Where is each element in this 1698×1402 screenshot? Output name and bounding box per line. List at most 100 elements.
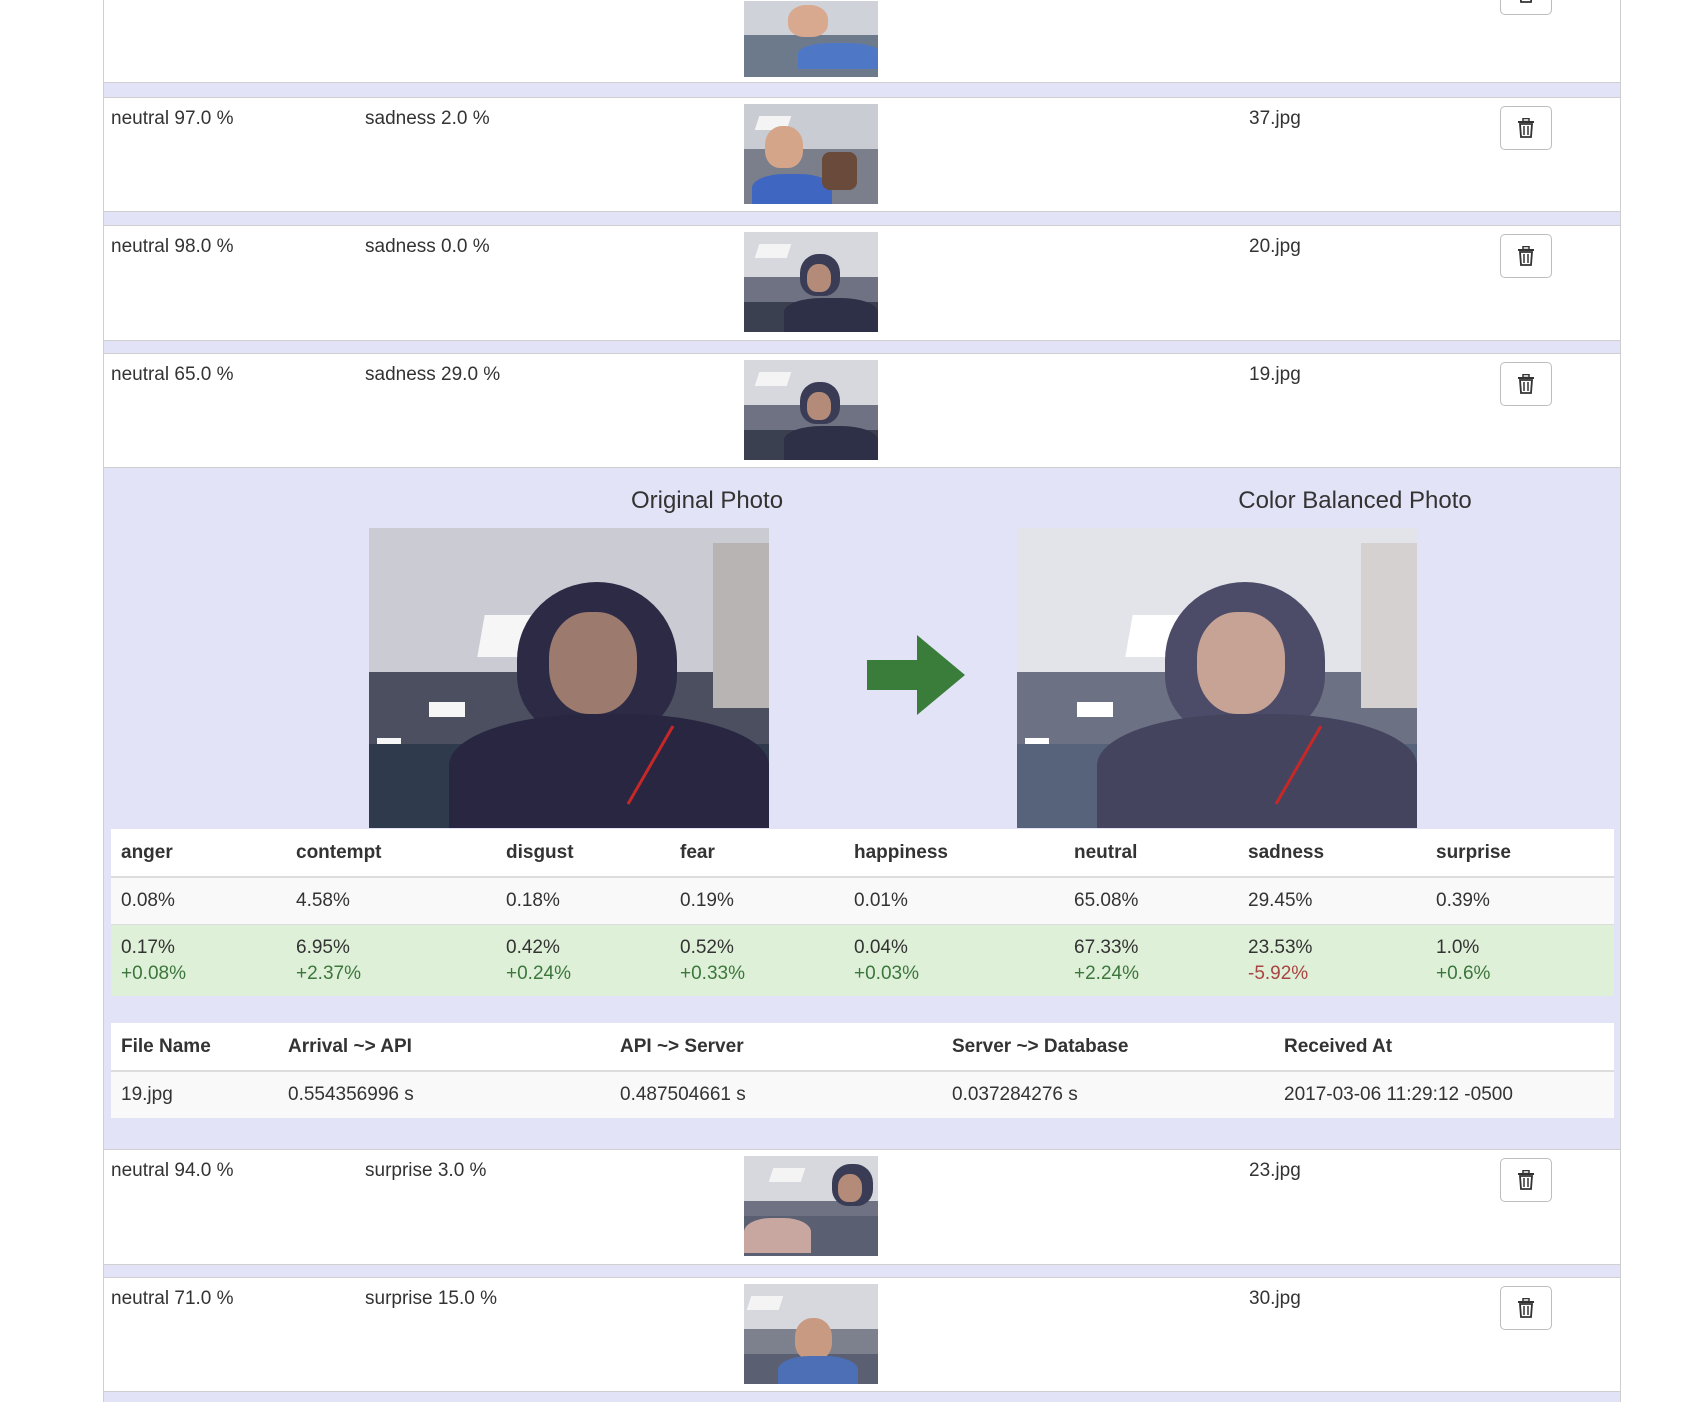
- balanced-value: 1.0%: [1436, 936, 1480, 958]
- table-cell: 4.58%: [286, 877, 496, 925]
- result-row: [104, 0, 1620, 83]
- table-row: 0.08% 4.58% 0.18% 0.19% 0.01% 65.08% 29.…: [111, 877, 1614, 925]
- balanced-photo: [1017, 528, 1417, 828]
- table-row: 0.17% +0.08% 6.95% +2.37% 0.42% +0.24% 0.52…: [111, 924, 1614, 996]
- thumbnail: [744, 1, 878, 77]
- file-name: 23.jpg: [1249, 1160, 1301, 1181]
- trash-icon: [1518, 1170, 1534, 1190]
- thumbnail: [744, 104, 878, 204]
- balanced-value: 0.17%: [121, 936, 175, 958]
- table-row: 19.jpg 0.554356996 s 0.487504661 s 0.037…: [111, 1071, 1614, 1118]
- column-header: anger: [111, 829, 286, 878]
- balanced-value: 67.33%: [1074, 936, 1139, 958]
- column-header: Server ~> Database: [942, 1023, 1274, 1072]
- delta-value: +2.24%: [1074, 962, 1139, 984]
- top-emotion: neutral 98.0 %: [111, 236, 234, 257]
- table-cell: 0.04% +0.03%: [844, 924, 1064, 996]
- delete-button[interactable]: [1500, 106, 1552, 150]
- table-cell: 19.jpg: [111, 1071, 278, 1118]
- result-row: neutral 65.0 % sadness 29.0 % 19.jpg: [104, 353, 1620, 468]
- balanced-value: 0.52%: [680, 936, 734, 958]
- delta-value: +0.03%: [854, 962, 919, 984]
- delta-value: -5.92%: [1248, 962, 1309, 984]
- column-header: Received At: [1274, 1023, 1614, 1072]
- second-emotion: surprise 15.0 %: [365, 1288, 498, 1309]
- table-cell: 0.39%: [1426, 877, 1614, 925]
- delete-button[interactable]: [1500, 1286, 1552, 1330]
- emotion-table: anger contempt disgust fear happiness ne…: [111, 829, 1614, 996]
- table-cell: 29.45%: [1238, 877, 1426, 925]
- column-header: surprise: [1426, 829, 1614, 878]
- trash-icon: [1518, 1298, 1534, 1318]
- table-cell: 0.52% +0.33%: [670, 924, 844, 996]
- top-emotion: neutral 71.0 %: [111, 1288, 234, 1309]
- table-cell: 0.17% +0.08%: [111, 924, 286, 996]
- result-row: neutral 71.0 % surprise 15.0 % 30.jpg: [104, 1277, 1620, 1392]
- delete-button[interactable]: [1500, 362, 1552, 406]
- results-panel: neutral 97.0 % sadness 2.0 % 37.jpg neut…: [103, 0, 1621, 1402]
- second-emotion: surprise 3.0 %: [365, 1160, 487, 1181]
- second-emotion: sadness 29.0 %: [365, 364, 501, 385]
- table-cell: 0.487504661 s: [610, 1071, 942, 1118]
- original-photo: [369, 528, 769, 828]
- column-header: happiness: [844, 829, 1064, 878]
- column-header: File Name: [111, 1023, 278, 1072]
- delta-value: +0.6%: [1436, 962, 1491, 984]
- table-cell: 0.554356996 s: [278, 1071, 610, 1118]
- file-name: 30.jpg: [1249, 1288, 1301, 1309]
- file-name: 19.jpg: [1249, 364, 1301, 385]
- column-header: neutral: [1064, 829, 1238, 878]
- delete-button[interactable]: [1500, 234, 1552, 278]
- delta-value: +0.33%: [680, 962, 745, 984]
- table-cell: 0.08%: [111, 877, 286, 925]
- file-name: 37.jpg: [1249, 108, 1301, 129]
- table-cell: 0.01%: [844, 877, 1064, 925]
- table-cell: 0.037284276 s: [942, 1071, 1274, 1118]
- column-header: API ~> Server: [610, 1023, 942, 1072]
- table-cell: 2017-03-06 11:29:12 -0500: [1274, 1071, 1614, 1118]
- balanced-value: 0.04%: [854, 936, 908, 958]
- arrow-right-icon: [867, 635, 965, 715]
- file-name: 20.jpg: [1249, 236, 1301, 257]
- column-header: Arrival ~> API: [278, 1023, 610, 1072]
- column-header: disgust: [496, 829, 670, 878]
- thumbnail: [744, 1284, 878, 1384]
- table-cell: 6.95% +2.37%: [286, 924, 496, 996]
- table-cell: 0.18%: [496, 877, 670, 925]
- thumbnail: [744, 1156, 878, 1256]
- table-cell: 23.53% -5.92%: [1238, 924, 1426, 996]
- top-emotion: neutral 94.0 %: [111, 1160, 234, 1181]
- delete-button[interactable]: [1500, 1158, 1552, 1202]
- timing-table: File Name Arrival ~> API API ~> Server S…: [111, 1023, 1614, 1118]
- detail-panel: Original Photo Color Balanced Photo ange…: [104, 467, 1620, 1147]
- table-cell: 65.08%: [1064, 877, 1238, 925]
- second-emotion: sadness 2.0 %: [365, 108, 490, 129]
- table-cell: 67.33% +2.24%: [1064, 924, 1238, 996]
- result-row: neutral 98.0 % sadness 0.0 % 20.jpg: [104, 225, 1620, 341]
- table-cell: 0.19%: [670, 877, 844, 925]
- thumbnail: [744, 232, 878, 332]
- trash-icon: [1518, 246, 1534, 266]
- trash-icon: [1518, 118, 1534, 138]
- trash-icon: [1519, 0, 1533, 3]
- balanced-photo-title: Color Balanced Photo: [1238, 487, 1472, 514]
- result-row: neutral 97.0 % sadness 2.0 % 37.jpg: [104, 97, 1620, 212]
- column-header: contempt: [286, 829, 496, 878]
- top-emotion: neutral 65.0 %: [111, 364, 234, 385]
- delta-value: +2.37%: [296, 962, 361, 984]
- delete-button[interactable]: [1500, 0, 1552, 15]
- table-cell: 0.42% +0.24%: [496, 924, 670, 996]
- balanced-value: 0.42%: [506, 936, 560, 958]
- delta-value: +0.24%: [506, 962, 571, 984]
- top-emotion: neutral 97.0 %: [111, 108, 234, 129]
- trash-icon: [1518, 374, 1534, 394]
- result-row: neutral 94.0 % surprise 3.0 % 23.jpg: [104, 1149, 1620, 1265]
- column-header: fear: [670, 829, 844, 878]
- thumbnail: [744, 360, 878, 460]
- delta-value: +0.08%: [121, 962, 186, 984]
- column-header: sadness: [1238, 829, 1426, 878]
- balanced-value: 6.95%: [296, 936, 350, 958]
- table-cell: 1.0% +0.6%: [1426, 924, 1614, 996]
- second-emotion: sadness 0.0 %: [365, 236, 490, 257]
- original-photo-title: Original Photo: [630, 487, 784, 514]
